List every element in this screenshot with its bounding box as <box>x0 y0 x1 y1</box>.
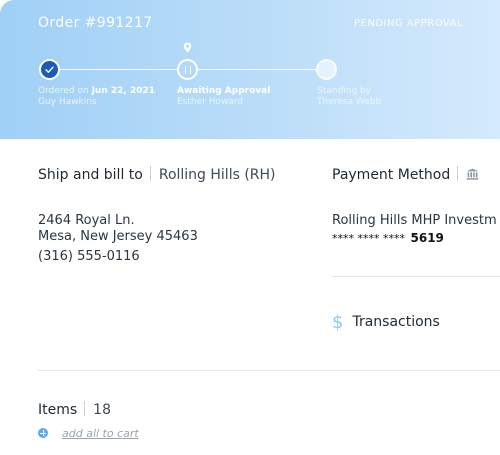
check-icon <box>45 66 54 73</box>
add-all-to-cart-link[interactable]: add all to cart <box>62 427 139 440</box>
items-count: 18 <box>93 402 111 418</box>
step-approval-label: Awaiting Approval <box>177 86 271 96</box>
step-ordered-person: Guy Hawkins <box>38 97 97 107</box>
progress-line-1 <box>60 69 178 71</box>
step-ordered-date: Jun 22, 2021 <box>91 86 155 96</box>
order-header: Order #991217 PENDING APPROVAL Ordered o… <box>0 0 500 139</box>
address-line-1: 2464 Royal Ln. <box>38 213 135 228</box>
step-approval-node <box>177 59 198 80</box>
payment-section-title: Payment Method <box>332 166 479 183</box>
divider <box>84 401 86 416</box>
payment-account-name: Rolling Hills MHP Investm <box>332 213 497 228</box>
order-title: Order #991217 <box>38 15 153 31</box>
step-ordered: Ordered on Jun 22, 2021 Guy Hawkins <box>38 86 155 108</box>
divider <box>149 166 151 181</box>
transactions-label: Transactions <box>352 314 440 330</box>
step-ordered-node <box>39 59 60 80</box>
ship-location: Rolling Hills (RH) <box>158 167 276 183</box>
progress-line-2 <box>198 69 316 71</box>
transactions-link[interactable]: $ Transactions <box>332 312 440 333</box>
bank-icon <box>466 168 479 180</box>
step-approval-person: Esther Howard <box>177 97 244 107</box>
phone-number: (316) 555-0116 <box>38 249 140 264</box>
pause-icon <box>185 66 191 74</box>
step-approval: Awaiting Approval Esther Howard <box>177 86 270 108</box>
payment-card: **** **** **** 5619 <box>332 231 444 245</box>
plus-icon <box>38 428 48 438</box>
add-all-to-cart-row[interactable]: add all to cart <box>38 427 139 440</box>
step-standby: Standing by Theresa Webb <box>317 86 381 108</box>
dollar-icon: $ <box>332 312 344 333</box>
address-line-2: Mesa, New Jersey 45463 <box>38 229 198 244</box>
step-ordered-prefix: Ordered on <box>38 86 89 96</box>
divider <box>332 276 500 277</box>
step-standby-label: Standing by <box>317 86 371 96</box>
location-pin-icon <box>183 42 192 53</box>
ship-title: Ship and bill to <box>38 167 143 183</box>
payment-title: Payment Method <box>332 167 451 183</box>
step-standby-person: Theresa Webb <box>317 97 382 107</box>
card-last4: 5619 <box>410 231 444 245</box>
step-standby-node <box>316 59 337 80</box>
ship-section-title: Ship and bill to Rolling Hills (RH) <box>38 166 276 183</box>
divider <box>457 166 459 181</box>
items-section-title: Items 18 <box>38 401 111 418</box>
order-card: Order #991217 PENDING APPROVAL Ordered o… <box>0 0 500 455</box>
divider <box>38 370 500 371</box>
status-badge: PENDING APPROVAL <box>354 18 464 29</box>
card-masked: **** **** **** <box>332 232 405 245</box>
items-title: Items <box>38 402 78 418</box>
